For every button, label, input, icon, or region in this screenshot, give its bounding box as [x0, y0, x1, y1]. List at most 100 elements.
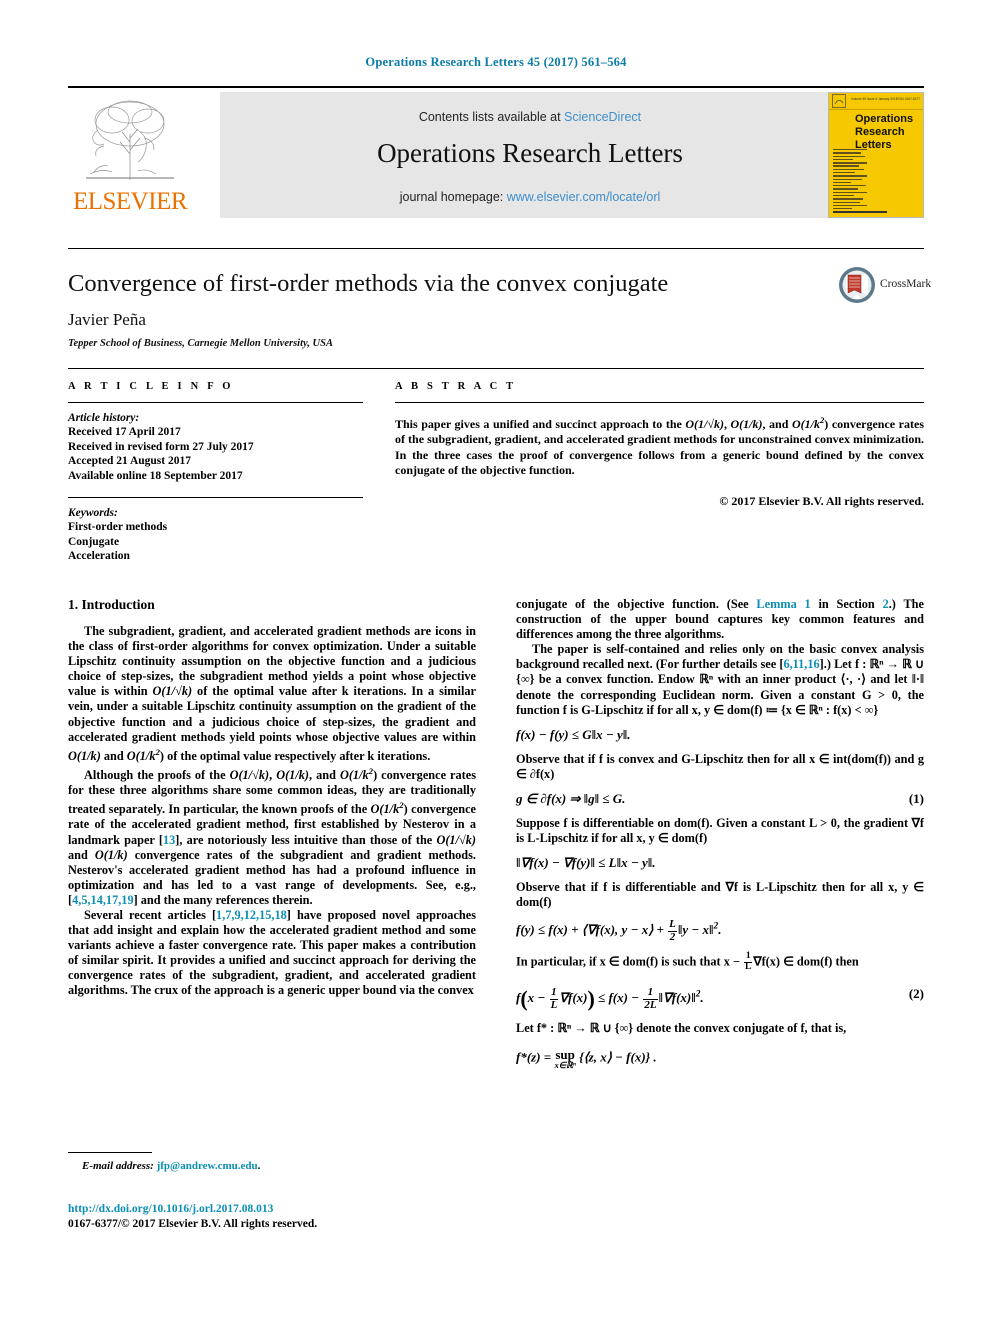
- lemma-link[interactable]: Lemma 1: [756, 597, 810, 611]
- email-tail: .: [257, 1160, 261, 1172]
- contents-line: Contents lists available at ScienceDirec…: [220, 110, 840, 124]
- equation-2: f(x − 1 L ∇f(x)) ≤ f(x) − 1 2L ‖∇f(x)‖2. (2): [516, 986, 924, 1012]
- fraction-numerator: L: [668, 918, 677, 932]
- imprint-block: http://dx.doi.org/10.1016/j.orl.2017.08.…: [68, 1202, 518, 1231]
- paragraph: The subgradient, gradient, and accelerat…: [68, 624, 476, 764]
- author-affiliation: Tepper School of Business, Carnegie Mell…: [68, 338, 333, 349]
- journal-cover-thumbnail[interactable]: Volume 45 Issue 6 January 2017 ISSN 0167…: [828, 92, 924, 218]
- homepage-line: journal homepage: www.elsevier.com/locat…: [220, 190, 840, 204]
- keyword-item: First-order methods: [68, 521, 168, 534]
- paragraph: Although the proofs of the O(1/√k), O(1/…: [68, 764, 476, 908]
- equation-number: (2): [908, 986, 924, 1002]
- rate-1-k: O(1/k): [94, 847, 128, 862]
- paper-page: Operations Research Letters 45 (2017) 56…: [0, 0, 992, 1323]
- contents-prefix: Contents lists available at: [418, 110, 565, 124]
- info-abstract-region: A R T I C L E I N F O Article history: R…: [68, 368, 924, 562]
- sciencedirect-banner: Contents lists available at ScienceDirec…: [220, 92, 840, 218]
- paragraph: Observe that if f is convex and G-Lipsch…: [516, 752, 924, 782]
- sciencedirect-link[interactable]: ScienceDirect: [564, 110, 641, 124]
- history-item: Available online 18 September 2017: [68, 469, 243, 482]
- rate-1-k: O(1/k): [276, 768, 309, 783]
- page-title: Convergence of first-order methods via t…: [68, 270, 669, 297]
- equation-seg: ‖y − x‖: [677, 922, 714, 938]
- abstract-seg: , and: [762, 417, 792, 431]
- footnote-rule: [68, 1152, 152, 1153]
- history-item: Received 17 April 2017: [68, 426, 181, 439]
- citation-link[interactable]: 6,11,16: [783, 657, 819, 671]
- abstract-seg: This paper gives a unified and succinct …: [395, 417, 686, 431]
- rate-1-k: O(1/k): [68, 748, 101, 763]
- article-info-heading: A R T I C L E I N F O: [68, 381, 234, 392]
- equation-body: g ∈ ∂f(x) ⇒ ‖g‖ ≤ G.: [516, 790, 626, 806]
- citation-link[interactable]: 4,5,14,17,19: [72, 893, 133, 907]
- history-label: Article history:: [68, 412, 140, 424]
- cover-elsevier-mark-icon: [832, 94, 846, 108]
- doi-link[interactable]: http://dx.doi.org/10.1016/j.orl.2017.08.…: [68, 1203, 273, 1215]
- supremum-operator: sup x∈ℝⁿ: [554, 1048, 575, 1070]
- paren-open: (: [520, 986, 528, 1012]
- sup-subscript: x∈ℝⁿ: [554, 1060, 576, 1071]
- info-rule-mid: [68, 497, 363, 499]
- elsevier-tree-icon: [76, 94, 184, 186]
- crossmark-badge[interactable]: CrossMark: [838, 266, 931, 306]
- cover-title: Operations Research Letters: [855, 113, 913, 152]
- abstract-text: This paper gives a unified and succinct …: [395, 413, 924, 478]
- para-seg: Several recent articles [: [84, 907, 217, 922]
- paragraph: The paper is self-contained and relies o…: [516, 642, 924, 717]
- abstract-heading: A B S T R A C T: [395, 381, 517, 392]
- keyword-item: Conjugate: [68, 535, 120, 548]
- equation-number: (1): [908, 790, 924, 806]
- para-seg: and: [68, 847, 95, 862]
- equation-conjugate: f*(z) = sup x∈ℝⁿ {⟨z, x⟩ − f(x)} .: [516, 1048, 924, 1070]
- cover-toc-lines: [833, 149, 869, 215]
- equation-seg: .: [718, 922, 722, 938]
- paragraph: Let f* : ℝⁿ → ℝ ∪ {∞} denote the convex …: [516, 1021, 924, 1036]
- fraction-denominator: 2: [669, 930, 676, 943]
- para-seg: Although the proofs of the: [84, 768, 230, 783]
- rate-sqrt-k: O(1/√k): [229, 768, 270, 783]
- equation-seg: {⟨z, x⟩ − f(x)} .: [575, 1050, 657, 1066]
- crossmark-icon: [838, 266, 876, 304]
- body-right-column: conjugate of the objective function. (Se…: [516, 597, 924, 1079]
- para-seg: ] and the many references therein.: [133, 892, 313, 907]
- paragraph: In particular, if x ∈ dom(f) is such tha…: [516, 951, 924, 973]
- article-keywords: Keywords: First-order methods Conjugate …: [68, 506, 363, 564]
- para-seg: Observe that if f is differentiable and …: [516, 880, 924, 910]
- para-seg: in Section: [810, 597, 883, 611]
- article-title-block: Convergence of first-order methods via t…: [68, 248, 931, 349]
- history-item: Received in revised form 27 July 2017: [68, 440, 254, 453]
- paragraph: Suppose f is differentiable on dom(f). G…: [516, 816, 924, 846]
- para-seg: , and: [309, 768, 340, 783]
- citation-link[interactable]: 1,7,9,12,15,18: [216, 908, 287, 922]
- history-item: Accepted 21 August 2017: [68, 455, 191, 468]
- fraction: 1 2L: [643, 987, 658, 1011]
- equation-seg: f*(z) =: [516, 1050, 555, 1066]
- corresponding-email: E-mail address: jfp@andrew.cmu.edu.: [68, 1160, 476, 1172]
- journal-homepage-link[interactable]: www.elsevier.com/locate/orl: [507, 190, 661, 204]
- doi-line: http://dx.doi.org/10.1016/j.orl.2017.08.…: [68, 1202, 518, 1217]
- para-seg: and: [100, 748, 127, 763]
- cover-issn-text: ISSN 0167-6377: [896, 97, 920, 101]
- paragraph: Observe that if f is differentiable and …: [516, 880, 924, 910]
- elsevier-logo: ELSEVIER: [68, 92, 192, 218]
- fraction-denominator: L: [550, 998, 558, 1011]
- para-seg: ) of the optimal value respectively afte…: [159, 748, 431, 763]
- email-link[interactable]: jfp@andrew.cmu.edu: [157, 1160, 258, 1172]
- abstract-rate-1: O(1/√k): [685, 417, 724, 431]
- fraction-denominator: L: [745, 962, 752, 973]
- cover-header-strip: Volume 45 Issue 6 January 2017 ISSN 0167…: [829, 93, 923, 110]
- rate-1-k2: O(1/k: [126, 748, 156, 763]
- para-seg: Suppose f is differentiable on dom(f). G…: [516, 815, 924, 846]
- issn-copyright-line: 0167-6377/© 2017 Elsevier B.V. All right…: [68, 1217, 318, 1230]
- email-label: E-mail address:: [82, 1160, 154, 1172]
- footnote-block: E-mail address: jfp@andrew.cmu.edu.: [68, 1152, 476, 1172]
- citation-link[interactable]: 13: [163, 833, 175, 847]
- equation-seg: ‖∇f(x)‖: [658, 990, 696, 1006]
- author-name: Javier Peña: [68, 310, 146, 329]
- body-left-column: 1. Introduction The subgradient, gradien…: [68, 597, 476, 999]
- equation-seg: .: [700, 990, 704, 1006]
- cover-footer-bar: [833, 211, 887, 213]
- cover-title-line2: Research: [855, 126, 905, 138]
- equation-seg: f(y) ≤ f(x) + ⟨∇f(x), y − x⟩ +: [516, 922, 668, 938]
- equation-seg: ∇f(x): [559, 990, 588, 1006]
